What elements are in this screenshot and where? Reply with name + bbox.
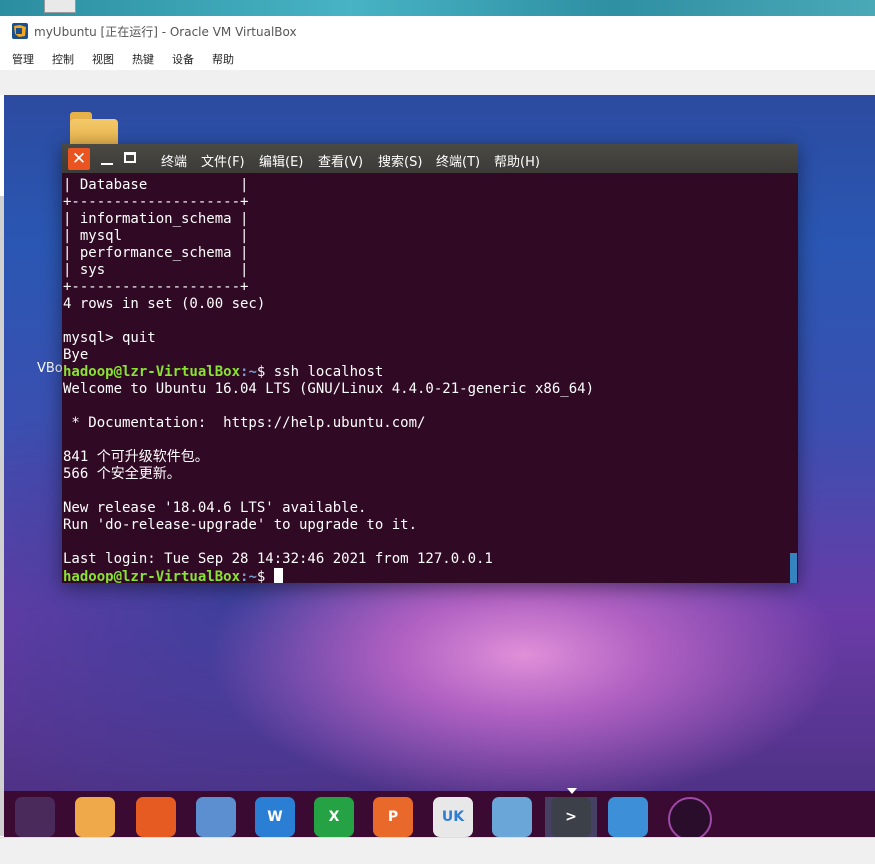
vm-display-border <box>0 70 875 95</box>
terminal-line: * Documentation: https://help.ubuntu.com… <box>63 415 426 431</box>
workspaces-icon <box>608 797 648 837</box>
spreadsheet-icon: X <box>314 797 354 837</box>
terminal-line: | mysql | <box>63 228 249 244</box>
dock-item[interactable]: > <box>548 795 594 837</box>
terminal-line: 566 个安全更新。 <box>63 466 181 482</box>
dock-item[interactable]: X <box>311 795 357 837</box>
terminal-line: | information_schema | <box>63 211 249 227</box>
terminal-line: Run 'do-release-upgrade' to upgrade to i… <box>63 517 418 533</box>
virtualbox-window: myUbuntu [正在运行] - Oracle VM VirtualBox 管… <box>0 16 875 864</box>
window-title: myUbuntu [正在运行] - Oracle VM VirtualBox <box>34 25 297 39</box>
virtualbox-logo-icon <box>12 23 28 39</box>
files-icon <box>75 797 115 837</box>
dock-item[interactable] <box>12 795 58 837</box>
terminal-line: | Database | <box>63 177 249 193</box>
dock-active-indicator <box>567 788 577 794</box>
terminal-line: Last login: Tue Sep 28 14:32:46 2021 fro… <box>63 551 493 567</box>
terminal-menu-file[interactable]: 文件(F) <box>201 151 245 170</box>
menu-bar: 管理 控制 视图 热键 设备 帮助 <box>0 47 875 69</box>
dock-item[interactable] <box>605 795 651 837</box>
writer-icon: W <box>255 797 295 837</box>
firefox-icon <box>136 797 176 837</box>
terminal-prompt-line: hadoop@lzr-VirtualBox:~$ ssh localhost <box>63 364 384 380</box>
remote-desktop-icon <box>492 797 532 837</box>
terminal-icon: > <box>551 797 591 837</box>
dock-item[interactable]: W <box>252 795 298 837</box>
terminal-line: 4 rows in set (0.00 sec) <box>63 296 266 312</box>
disc-icon <box>668 797 712 837</box>
title-bar[interactable]: myUbuntu [正在运行] - Oracle VM VirtualBox <box>0 16 875 46</box>
terminal-command: ssh localhost <box>273 364 384 380</box>
desktop-icon-label[interactable]: VBo <box>37 361 63 376</box>
terminal-line: New release '18.04.6 LTS' available. <box>63 500 367 516</box>
terminal-line: | sys | <box>63 262 249 278</box>
terminal-title-bar[interactable]: ✕ 终端 文件(F) 编辑(E) 查看(V) 搜索(S) 终端(T) 帮助(H) <box>62 144 798 173</box>
menu-devices[interactable]: 设备 <box>172 51 194 67</box>
terminal-scrollbar[interactable] <box>790 553 797 583</box>
minimize-button[interactable] <box>100 152 114 166</box>
terminal-menu-search[interactable]: 搜索(S) <box>378 151 422 170</box>
terminal-window[interactable]: ✕ 终端 文件(F) 编辑(E) 查看(V) 搜索(S) 终端(T) 帮助(H)… <box>62 144 798 583</box>
menu-view[interactable]: 视图 <box>92 51 114 67</box>
terminal-line: 841 个可升级软件包。 <box>63 449 209 465</box>
terminal-line: +--------------------+ <box>63 194 249 210</box>
host-window-edge <box>44 0 76 13</box>
terminal-menu-view[interactable]: 查看(V) <box>318 151 363 170</box>
menu-manage[interactable]: 管理 <box>12 51 34 67</box>
terminal-line: Welcome to Ubuntu 16.04 LTS (GNU/Linux 4… <box>63 381 595 397</box>
dock-item[interactable]: UK <box>430 795 476 837</box>
menu-hotkeys[interactable]: 热键 <box>132 51 154 67</box>
terminal-line: +--------------------+ <box>63 279 249 295</box>
terminal-menu-terminal[interactable]: 终端 <box>161 151 187 170</box>
dock-item[interactable] <box>193 795 239 837</box>
dock-item[interactable]: P <box>370 795 416 837</box>
terminal-output[interactable]: | Database | +--------------------+ | info… <box>63 177 791 583</box>
terminal-line: | performance_schema | <box>63 245 249 261</box>
menu-help[interactable]: 帮助 <box>212 51 234 67</box>
terminal-active-prompt[interactable]: hadoop@lzr-VirtualBox:~$ <box>63 568 791 583</box>
terminal-menu-help[interactable]: 帮助(H) <box>494 151 540 170</box>
terminal-menu-terminal2[interactable]: 终端(T) <box>436 151 480 170</box>
terminal-line: Bye <box>63 347 89 363</box>
text-cursor <box>273 568 283 583</box>
maximize-button[interactable] <box>124 152 136 163</box>
terminal-line: mysql> quit <box>63 330 156 346</box>
dock-item[interactable] <box>133 795 179 837</box>
dock-item[interactable] <box>665 795 712 837</box>
vm-status-bar <box>0 837 875 864</box>
menu-control[interactable]: 控制 <box>52 51 74 67</box>
host-window-edge-left <box>0 196 4 836</box>
browser-icon <box>196 797 236 837</box>
terminal-menu-edit[interactable]: 编辑(E) <box>259 151 303 170</box>
dock-item[interactable] <box>72 795 118 837</box>
software-center-icon: UK <box>433 797 473 837</box>
ubuntu-logo-icon <box>15 797 55 837</box>
dock-item[interactable] <box>489 795 535 837</box>
presentation-icon: P <box>373 797 413 837</box>
close-button[interactable]: ✕ <box>68 148 90 170</box>
